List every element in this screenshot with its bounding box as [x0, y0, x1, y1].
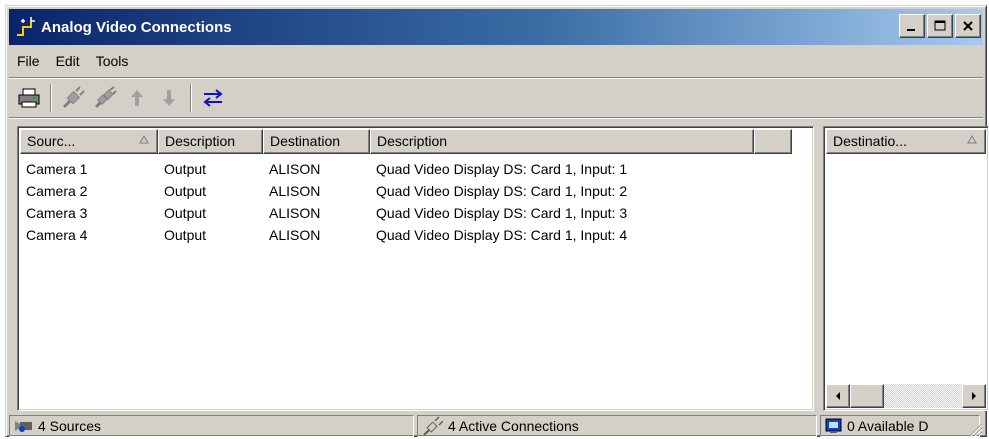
destinations-header: Destinatio... [826, 129, 986, 154]
sort-ascending-icon [139, 135, 149, 144]
arrow-right-icon [972, 392, 976, 400]
status-connections: 4 Active Connections [417, 415, 817, 437]
connections-list[interactable]: Sourc... Description Destination Descrip… [17, 126, 814, 411]
status-available: 0 Available D [820, 415, 980, 437]
cell-description: Output [164, 161, 207, 177]
cell-destination-description: Quad Video Display DS: Card 1, Input: 2 [376, 183, 628, 199]
cell-destination-description: Quad Video Display DS: Card 1, Input: 4 [376, 227, 628, 243]
minimize-button[interactable] [899, 14, 925, 38]
table-row[interactable]: Camera 1 Output ALISON Quad Video Displa… [20, 158, 813, 180]
column-header-label: Destination [270, 133, 341, 149]
swap-icon[interactable] [197, 82, 229, 114]
menu-bar: File Edit Tools [9, 48, 983, 74]
cell-destination: ALISON [269, 205, 321, 221]
connection-plug-icon [423, 416, 444, 436]
toolbar [9, 77, 983, 119]
sort-ascending-icon [967, 135, 977, 144]
arrow-left-icon [836, 392, 840, 400]
scrollbar-track[interactable] [884, 384, 962, 408]
table-row[interactable]: Camera 2 Output ALISON Quad Video Displa… [20, 180, 813, 202]
cell-source: Camera 1 [26, 161, 88, 177]
cell-description: Output [164, 227, 207, 243]
close-icon [963, 21, 973, 31]
analog-connection-icon [15, 15, 39, 39]
monitor-icon [825, 418, 842, 433]
connections-header: Sourc... Description Destination Descrip… [20, 129, 811, 154]
cell-destination-description: Quad Video Display DS: Card 1, Input: 1 [376, 161, 628, 177]
resize-grip-icon[interactable] [967, 421, 983, 437]
column-header-extra[interactable] [754, 129, 792, 154]
cell-destination: ALISON [269, 227, 321, 243]
toolbar-separator [50, 84, 52, 112]
menu-edit[interactable]: Edit [48, 53, 88, 69]
status-connections-text: 4 Active Connections [448, 418, 579, 434]
title-buttons [897, 14, 981, 38]
cell-source: Camera 2 [26, 183, 88, 199]
maximize-icon [934, 20, 946, 31]
column-header-label: Sourc... [27, 133, 76, 149]
cell-source: Camera 3 [26, 205, 88, 221]
cell-destination: ALISON [269, 161, 321, 177]
scroll-left-button[interactable] [826, 384, 850, 408]
status-bar: 4 Sources 4 Active Connections 0 Availab… [9, 415, 983, 437]
close-button[interactable] [955, 14, 981, 38]
horizontal-scrollbar[interactable] [826, 384, 986, 408]
scrollbar-thumb[interactable] [850, 384, 884, 408]
cell-destination: ALISON [269, 183, 321, 199]
printer-icon[interactable] [13, 82, 45, 114]
connect-icon[interactable] [57, 82, 89, 114]
toolbar-separator [190, 84, 192, 112]
disconnect-icon[interactable] [89, 82, 121, 114]
status-available-text: 0 Available D [847, 418, 929, 434]
destinations-list[interactable]: Destinatio... [823, 126, 989, 411]
column-header-destination[interactable]: Destination [263, 129, 370, 154]
column-header-label: Description [377, 133, 448, 149]
column-header-description[interactable]: Description [158, 129, 263, 154]
title-bar[interactable]: Analog Video Connections [9, 9, 983, 45]
arrow-up-icon[interactable] [121, 82, 153, 114]
status-sources: 4 Sources [9, 415, 414, 437]
window-title: Analog Video Connections [41, 18, 232, 36]
cell-description: Output [164, 183, 207, 199]
column-header-label: Description [165, 133, 236, 149]
column-header-source[interactable]: Sourc... [20, 129, 158, 154]
menu-file[interactable]: File [9, 53, 48, 69]
arrow-down-icon[interactable] [153, 82, 185, 114]
camera-icon [15, 421, 32, 432]
status-sources-text: 4 Sources [38, 418, 102, 434]
minimize-icon [907, 29, 915, 31]
maximize-button[interactable] [927, 14, 953, 38]
table-row[interactable]: Camera 3 Output ALISON Quad Video Displa… [20, 202, 813, 224]
scroll-right-button[interactable] [962, 384, 986, 408]
app-window: Analog Video Connections File Edit Tools [5, 5, 989, 437]
table-row[interactable]: Camera 4 Output ALISON Quad Video Displa… [20, 224, 813, 246]
column-header-destination-description[interactable]: Description [370, 129, 754, 154]
cell-destination-description: Quad Video Display DS: Card 1, Input: 3 [376, 205, 628, 221]
column-header-destination[interactable]: Destinatio... [826, 129, 986, 154]
cell-description: Output [164, 205, 207, 221]
column-header-label: Destinatio... [833, 133, 907, 149]
menu-tools[interactable]: Tools [88, 53, 137, 69]
cell-source: Camera 4 [26, 227, 88, 243]
connections-rows: Camera 1 Output ALISON Quad Video Displa… [18, 154, 813, 246]
